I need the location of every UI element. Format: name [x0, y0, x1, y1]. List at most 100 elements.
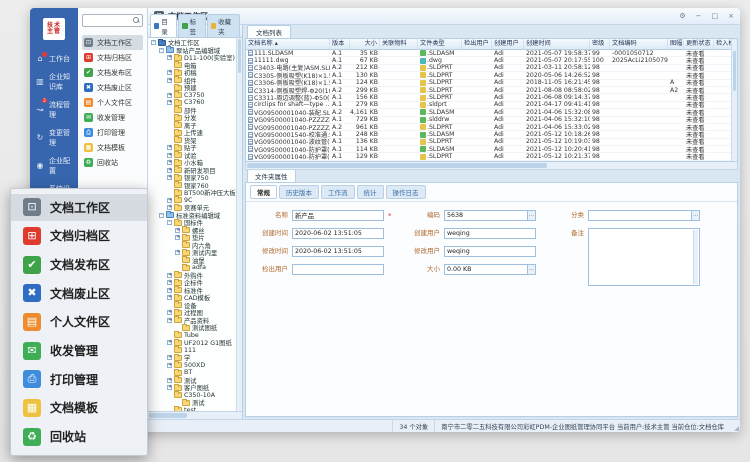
expand-toggle-icon[interactable]: + — [167, 318, 172, 323]
tree-node[interactable]: + C3750 — [148, 92, 242, 100]
column-header[interactable]: 创建时间 — [524, 39, 590, 49]
creator-field[interactable] — [444, 228, 536, 239]
modifier-field[interactable] — [444, 246, 536, 257]
expand-toggle-icon[interactable]: + — [167, 70, 172, 75]
popup-menu-item[interactable]: ⊡ 文档工作区 — [11, 194, 147, 221]
size-field[interactable] — [444, 264, 528, 275]
window-control-button[interactable]: × — [728, 11, 734, 21]
module-menu-item[interactable]: ♻ 回收站 — [82, 155, 143, 170]
tree-tab[interactable]: 标签 — [178, 14, 205, 37]
tree-node[interactable]: + UF2012 G1图纸 — [148, 339, 242, 347]
tree-node[interactable]: + 500XD — [148, 362, 242, 370]
tree-vertical-scrollbar[interactable] — [236, 38, 242, 411]
column-header[interactable]: 更新状态 — [684, 39, 714, 49]
expand-toggle-icon[interactable]: + — [175, 250, 180, 255]
expand-toggle-icon[interactable]: + — [167, 378, 172, 383]
properties-tab[interactable]: 操作日志 — [386, 185, 426, 199]
modified-field[interactable] — [292, 246, 384, 257]
popup-menu-item[interactable]: ✉ 收发管理 — [11, 337, 147, 364]
scrollbar-thumb[interactable] — [247, 163, 547, 168]
tree-node[interactable]: + 学 — [148, 354, 242, 362]
tree-node[interactable]: BT500新冲压大板 6 图纸 — [148, 189, 242, 197]
sidebar-nav-item[interactable]: ↻ 变更管理 — [30, 124, 78, 152]
expand-toggle-icon[interactable]: + — [167, 363, 172, 368]
popup-menu-item[interactable]: ▦ 文档模板 — [11, 394, 147, 421]
column-header[interactable]: 关联物料 — [380, 39, 418, 49]
resize-grip[interactable] — [730, 420, 740, 432]
column-header[interactable]: 密级 — [590, 39, 610, 49]
sidebar-nav-item[interactable]: ◉ 企业配置 — [30, 152, 78, 180]
tree-tab[interactable]: 收藏夹 — [207, 14, 240, 37]
sidebar-nav-item[interactable]: ▥ 企业知识库 — [30, 68, 78, 96]
column-header[interactable]: 文档名称 ▴ — [246, 39, 330, 49]
expand-toggle-icon[interactable]: + — [167, 100, 172, 105]
expand-toggle-icon[interactable]: + — [175, 228, 180, 233]
table-horizontal-scrollbar[interactable] — [245, 162, 738, 170]
sidebar-nav-item[interactable]: ⌂ 工作台 — [30, 50, 78, 68]
column-header[interactable]: 创建用户 — [492, 39, 524, 49]
column-header[interactable]: 图幅 — [668, 39, 684, 49]
code-field[interactable] — [444, 210, 528, 221]
expand-toggle-icon[interactable]: + — [167, 93, 172, 98]
module-menu-item[interactable]: ✉ 收发管理 — [82, 110, 143, 125]
properties-tab[interactable]: 工作流 — [321, 185, 355, 199]
expand-toggle-icon[interactable]: - — [151, 40, 156, 45]
expand-toggle-icon[interactable]: + — [167, 168, 172, 173]
menu-search-input[interactable] — [82, 14, 143, 27]
module-menu-item[interactable]: ✔ 文档发布区 — [82, 65, 143, 80]
tree-node[interactable]: + 客户图纸 — [148, 384, 242, 392]
expand-toggle-icon[interactable]: + — [167, 198, 172, 203]
expand-toggle-icon[interactable]: + — [167, 160, 172, 165]
popup-menu-item[interactable]: ⊞ 文档归档区 — [11, 222, 147, 249]
created-field[interactable] — [292, 228, 384, 239]
sidebar-nav-item[interactable]: ↝ 流程管理 2 — [30, 96, 78, 124]
size-unit-button[interactable]: … — [527, 264, 536, 275]
expand-toggle-icon[interactable]: + — [167, 340, 172, 345]
expand-toggle-icon[interactable]: - — [159, 48, 164, 53]
popup-menu-item[interactable]: ♻ 回收站 — [11, 423, 147, 450]
expand-toggle-icon[interactable]: + — [167, 355, 172, 360]
expand-toggle-icon[interactable]: + — [167, 55, 172, 60]
module-menu-item[interactable]: ⎙ 打印管理 — [82, 125, 143, 140]
module-menu-item[interactable]: ▦ 文档模板 — [82, 140, 143, 155]
properties-tab[interactable]: 历史版本 — [279, 185, 319, 199]
note-scrollbar[interactable] — [693, 230, 698, 284]
expand-toggle-icon[interactable]: + — [167, 175, 172, 180]
table-vertical-scrollbar[interactable] — [731, 39, 737, 161]
module-menu-item[interactable]: ⊞ 文档归档区 — [82, 50, 143, 65]
module-menu-item[interactable]: ▤ 个人文件区 — [82, 95, 143, 110]
note-field[interactable] — [588, 228, 700, 286]
scrollbar-thumb[interactable] — [733, 51, 736, 91]
expand-toggle-icon[interactable]: + — [167, 145, 172, 150]
category-picker-button[interactable]: … — [691, 210, 700, 221]
popup-menu-item[interactable]: ✔ 文档发布区 — [11, 251, 147, 278]
module-menu-item[interactable]: ✖ 文档废止区 — [82, 80, 143, 95]
properties-tab[interactable]: 常规 — [250, 185, 277, 199]
scrollbar-thumb[interactable] — [238, 39, 241, 73]
column-header[interactable]: 检出用户 — [462, 39, 492, 49]
properties-tab[interactable]: 统计 — [357, 185, 384, 199]
expand-toggle-icon[interactable]: + — [167, 153, 172, 158]
expand-toggle-icon[interactable]: + — [167, 280, 172, 285]
expand-toggle-icon[interactable]: + — [167, 288, 172, 293]
tree-tab[interactable]: 目录 — [150, 14, 177, 37]
code-picker-button[interactable]: … — [527, 210, 536, 221]
window-control-button[interactable]: ⚙ — [679, 11, 685, 21]
column-header[interactable]: 文档编码 — [610, 39, 668, 49]
tree-horizontal-scrollbar[interactable] — [148, 411, 242, 419]
search-icon[interactable] — [133, 17, 139, 23]
file-row[interactable]: VG09500001040-防护罩(#90...A.1129 KB.SLDPRT… — [246, 153, 737, 160]
popup-menu-item[interactable]: ▤ 个人文件区 — [11, 308, 147, 335]
expand-toggle-icon[interactable]: + — [167, 295, 172, 300]
expand-toggle-icon[interactable]: - — [159, 213, 164, 218]
category-field[interactable] — [588, 210, 692, 221]
popup-menu-item[interactable]: ⎙ 打印管理 — [11, 366, 147, 393]
window-control-button[interactable]: □ — [712, 11, 719, 21]
checkout-user-field[interactable] — [292, 264, 384, 275]
tree-node[interactable]: 油堡 — [148, 257, 242, 265]
name-field[interactable] — [292, 210, 384, 221]
tree-node[interactable]: 111 — [148, 347, 242, 355]
expand-toggle-icon[interactable]: + — [175, 235, 180, 240]
file-list-tab[interactable]: 文档列表 — [247, 25, 291, 38]
window-control-button[interactable]: − — [696, 11, 702, 21]
